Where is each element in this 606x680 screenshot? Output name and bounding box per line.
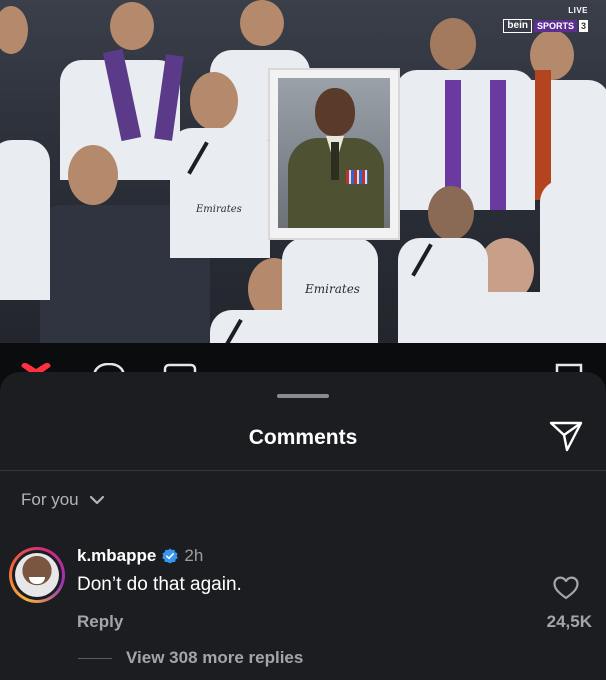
avatar-photo (15, 553, 59, 597)
replies-line (78, 657, 112, 659)
paper-plane-icon (549, 421, 583, 452)
view-replies-label: View 308 more replies (126, 648, 304, 667)
comment-filter-dropdown[interactable]: For you (21, 490, 105, 510)
reply-button[interactable]: Reply (77, 612, 123, 632)
fan-scarf (490, 80, 506, 210)
like-button[interactable] (553, 576, 579, 605)
shirt-sponsor: Emirates (196, 204, 242, 215)
fan-head (240, 0, 284, 46)
portrait-head (315, 88, 355, 136)
video-frame[interactable]: Emirates Emirates LIVE bein SPORTS 3 (0, 0, 606, 343)
fan-shirt (210, 310, 320, 343)
fan-head (110, 2, 154, 50)
portrait-medals (346, 170, 368, 184)
chevron-down-icon (89, 495, 104, 505)
broadcaster-logo: LIVE bein SPORTS 3 (503, 6, 588, 33)
heart-outline-icon (553, 576, 579, 600)
comment-text: Don’t do that again. (77, 574, 242, 595)
fan-scarf (445, 80, 461, 200)
sheet-title: Comments (248, 426, 358, 449)
comment-item: k.mbappe 2h Don’t do that again. Reply 2… (0, 542, 606, 642)
drag-handle[interactable] (277, 394, 329, 398)
comment-time: 2h (184, 546, 204, 565)
fan-scarf (535, 70, 551, 200)
verified-badge-icon (162, 548, 179, 564)
shirt-sponsor: Emirates (305, 282, 360, 296)
fan-head (0, 6, 28, 54)
bein-badge: bein SPORTS 3 (503, 19, 588, 33)
fan-shirt (540, 180, 606, 343)
framed-portrait (268, 68, 400, 240)
channel-number: 3 (578, 20, 588, 32)
view-replies-button[interactable]: View 308 more replies (78, 648, 303, 668)
sheet-divider (0, 470, 606, 471)
network-name: bein (503, 19, 532, 33)
fan-head (68, 145, 118, 205)
fan-shirt (0, 140, 50, 300)
fan-head (190, 72, 238, 130)
fan-head (430, 18, 476, 70)
comments-sheet: Comments For you k.mbappe 2h Don’t do th (0, 372, 606, 680)
fan-shirt (510, 80, 606, 190)
avatar[interactable] (9, 547, 65, 603)
comment-username[interactable]: k.mbappe (77, 546, 156, 566)
fan-shirt (170, 128, 270, 258)
fan-head (428, 186, 474, 240)
like-count: 24,5K (546, 612, 592, 631)
portrait-tie (331, 142, 339, 180)
filter-label: For you (21, 490, 79, 509)
live-label: LIVE (568, 6, 588, 15)
comment-header: k.mbappe 2h (77, 546, 203, 566)
portrait-photo (278, 78, 390, 228)
channel-name: SPORTS (533, 20, 577, 32)
share-button[interactable] (547, 419, 585, 453)
avatar-smile (29, 577, 45, 584)
